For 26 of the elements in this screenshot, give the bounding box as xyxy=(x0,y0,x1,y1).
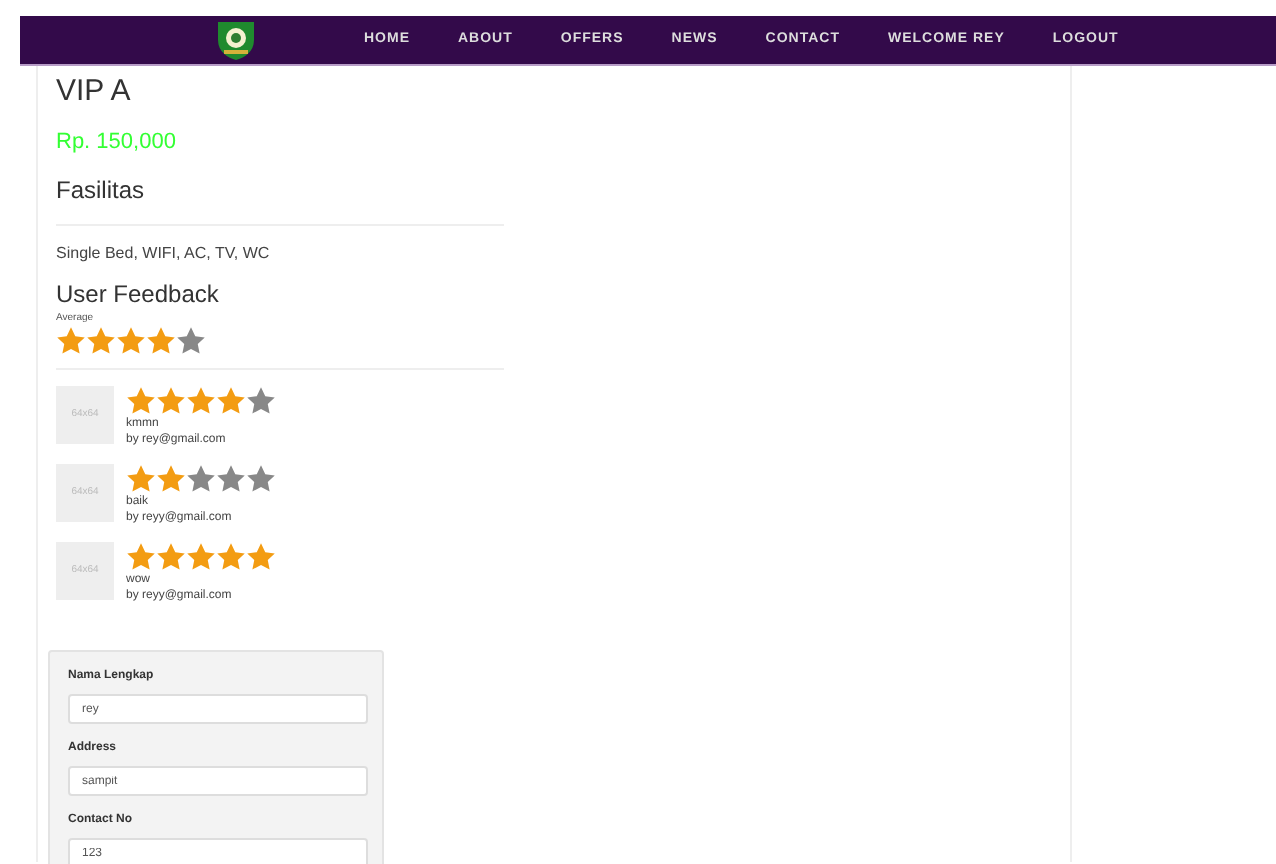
star-icon xyxy=(126,386,156,416)
star-icon xyxy=(56,326,86,356)
star-icon xyxy=(156,464,186,494)
star-icon xyxy=(126,542,156,572)
logo-icon[interactable] xyxy=(214,18,258,62)
star-icon xyxy=(156,386,186,416)
star-icon xyxy=(246,542,276,572)
star-icon xyxy=(156,542,186,572)
star-icon xyxy=(216,386,246,416)
star-icon xyxy=(216,464,246,494)
feedback-heading: User Feedback xyxy=(56,277,221,311)
star-icon xyxy=(186,464,216,494)
star-icon xyxy=(186,542,216,572)
star-icon xyxy=(186,386,216,416)
star-icon xyxy=(86,326,116,356)
star-icon xyxy=(216,542,246,572)
star-icon xyxy=(126,464,156,494)
star-icon xyxy=(246,464,276,494)
facilities-heading: Fasilitas xyxy=(56,173,147,207)
star-icon xyxy=(246,386,276,416)
star-icon xyxy=(176,326,206,356)
star-icon xyxy=(116,326,146,356)
star-icon xyxy=(146,326,176,356)
facilities-text: Single Bed, WIFI, AC, TV, WC xyxy=(56,241,272,265)
room-title: VIP A xyxy=(56,72,133,112)
room-price: Rp. 150,000 xyxy=(56,128,178,158)
